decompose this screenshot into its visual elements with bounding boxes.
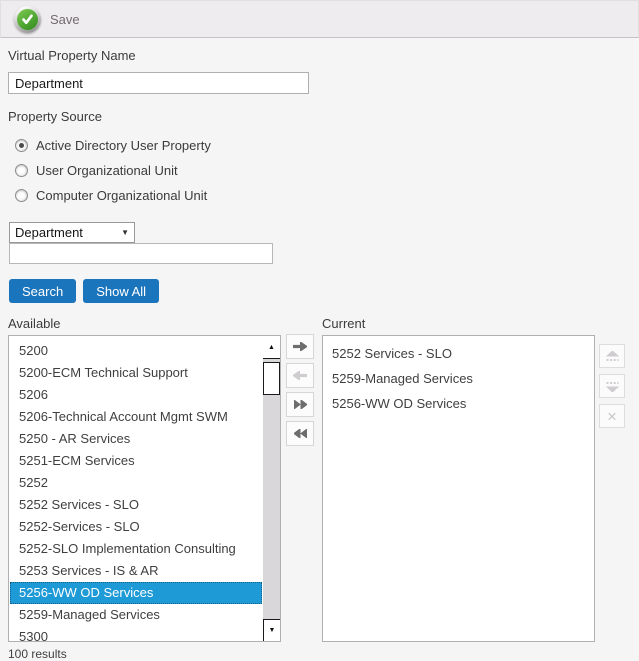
remove-x-icon: × [607,408,617,425]
available-list-item[interactable]: 5251-ECM Services [10,450,262,472]
available-list-item[interactable]: 5252-Services - SLO [10,516,262,538]
show-all-button[interactable]: Show All [83,279,159,303]
available-list-items: 52005200-ECM Technical Support52065206-T… [10,340,262,642]
attribute-select[interactable]: Department ▼ [9,222,135,243]
remove-button[interactable]: × [599,404,625,428]
radio-label: Computer Organizational Unit [36,188,207,203]
move-right-button[interactable] [286,334,314,359]
arrow-down-icon [606,381,619,392]
save-check-icon [14,6,41,33]
radio-label: User Organizational Unit [36,163,178,178]
available-list-item[interactable]: 5250 - AR Services [10,428,262,450]
property-source-radio-group: Active Directory User Property User Orga… [8,138,639,203]
scrollbar-up-icon[interactable]: ▲ [263,336,280,359]
save-button-label: Save [50,12,80,27]
virtual-property-name-input[interactable] [8,72,309,94]
current-label: Current [322,316,595,331]
double-arrow-right-icon [294,400,307,409]
virtual-property-name-label: Virtual Property Name [8,48,639,63]
arrow-left-icon [293,371,307,380]
move-all-left-button[interactable] [286,421,314,446]
arrow-up-icon [606,351,619,362]
save-button[interactable]: Save [14,6,80,33]
scrollbar-down-icon[interactable]: ▼ [263,619,280,641]
attribute-select-value: Department [15,225,83,240]
available-list-item[interactable]: 5252 Services - SLO [10,494,262,516]
move-left-button[interactable] [286,363,314,388]
available-list-item[interactable]: 5259-Managed Services [10,604,262,626]
radio-icon [15,189,28,202]
available-list-item[interactable]: 5252 [10,472,262,494]
search-button[interactable]: Search [9,279,76,303]
available-list-item[interactable]: 5252-SLO Implementation Consulting [10,538,262,560]
toolbar: Save [0,0,639,38]
available-list-item[interactable]: 5206-Technical Account Mgmt SWM [10,406,262,428]
available-list-item[interactable]: 5206 [10,384,262,406]
search-input[interactable] [9,243,273,264]
results-count: 100 results [8,647,281,661]
radio-icon [15,164,28,177]
current-list-item[interactable]: 5256-WW OD Services [323,391,594,416]
property-source-label: Property Source [8,109,639,124]
current-list-item[interactable]: 5252 Services - SLO [323,341,594,366]
radio-label: Active Directory User Property [36,138,211,153]
main-content: Virtual Property Name Property Source Ac… [0,38,639,661]
current-list[interactable]: 5252 Services - SLO5259-Managed Services… [322,335,595,642]
available-list-item[interactable]: 5253 Services - IS & AR [10,560,262,582]
scrollbar[interactable]: ▲ ▼ [263,336,280,641]
available-listbox[interactable]: 52005200-ECM Technical Support52065206-T… [8,335,281,642]
radio-active-directory-user-property[interactable]: Active Directory User Property [15,138,639,153]
available-list-item[interactable]: 5200 [10,340,262,362]
available-label: Available [8,316,281,331]
radio-user-organizational-unit[interactable]: User Organizational Unit [15,163,639,178]
move-down-button[interactable] [599,374,625,398]
available-list-item[interactable]: 5256-WW OD Services [10,582,262,604]
double-arrow-left-icon [294,429,307,438]
radio-computer-organizational-unit[interactable]: Computer Organizational Unit [15,188,639,203]
move-all-right-button[interactable] [286,392,314,417]
radio-icon [15,139,28,152]
available-list-item[interactable]: 5300 [10,626,262,642]
chevron-down-icon: ▼ [121,228,129,237]
scrollbar-thumb[interactable] [263,362,280,395]
arrow-right-icon [293,342,307,351]
available-list-item[interactable]: 5200-ECM Technical Support [10,362,262,384]
move-up-button[interactable] [599,344,625,368]
current-list-item[interactable]: 5259-Managed Services [323,366,594,391]
